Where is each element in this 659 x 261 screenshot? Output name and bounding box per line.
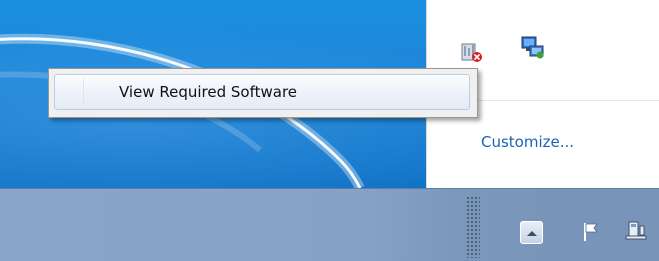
menu-item-label: View Required Software: [119, 83, 298, 101]
taskbar-grip-handle[interactable]: [466, 196, 480, 258]
menu-item-view-required-software[interactable]: View Required Software: [54, 74, 470, 110]
chevron-up-icon: [526, 230, 537, 236]
network-icon[interactable]: [623, 218, 649, 246]
menu-icon-gutter: [83, 78, 84, 106]
network-computer-icon[interactable]: [519, 32, 547, 62]
customize-link[interactable]: Customize...: [481, 133, 574, 151]
context-menu: View Required Software: [48, 68, 478, 118]
network-monitor-icon[interactable]: [457, 36, 485, 66]
taskbar: [0, 188, 659, 261]
action-center-flag-icon[interactable]: [578, 218, 604, 246]
show-hidden-icons-button[interactable]: [520, 221, 543, 244]
